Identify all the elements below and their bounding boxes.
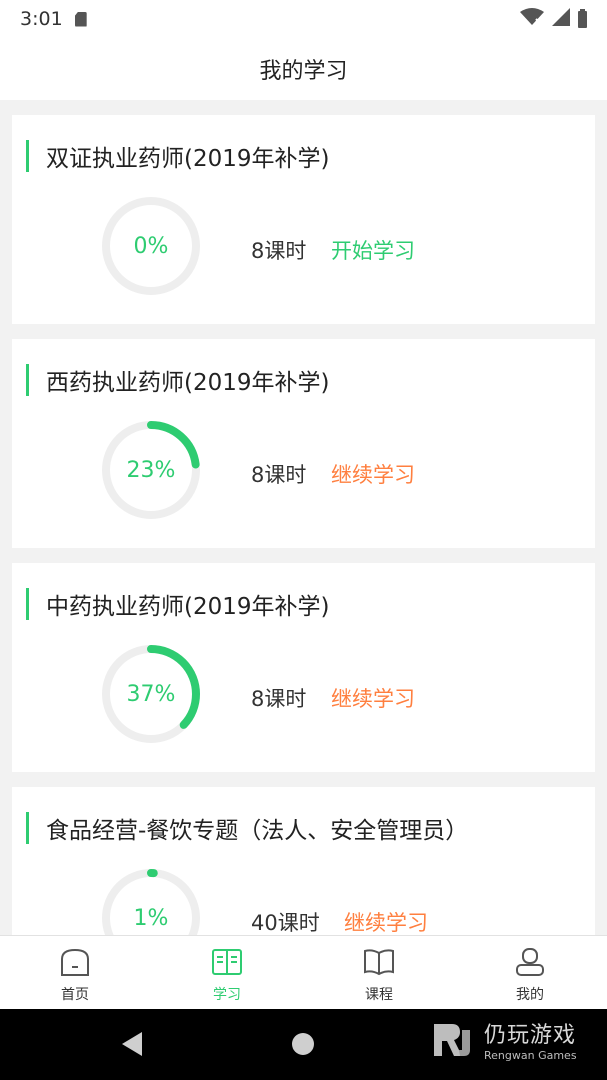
header: 我的学习 bbox=[0, 38, 607, 100]
battery-icon bbox=[578, 8, 587, 28]
page-title: 我的学习 bbox=[259, 59, 348, 84]
back-icon[interactable] bbox=[122, 1032, 142, 1056]
tab-courses[interactable]: 课程 bbox=[329, 936, 429, 1010]
title-accent-bar bbox=[26, 140, 29, 172]
progress-ring: 23% bbox=[100, 419, 202, 521]
course-card[interactable]: 食品经营-餐饮专题（法人、安全管理员） 1% 40课时 继续学习 bbox=[12, 787, 595, 935]
home-button-icon[interactable] bbox=[292, 1033, 314, 1055]
course-hours: 8课时 bbox=[251, 463, 307, 487]
tab-label: 首页 bbox=[61, 987, 89, 1003]
course-book-icon bbox=[362, 946, 396, 978]
status-bar: 3:01 bbox=[0, 0, 607, 38]
start-study-button[interactable]: 开始学习 bbox=[331, 235, 415, 265]
course-card[interactable]: 双证执业药师(2019年补学) 0% 8课时 开始学习 bbox=[12, 115, 595, 324]
sd-card-icon bbox=[74, 11, 87, 27]
tab-profile[interactable]: 我的 bbox=[480, 936, 580, 1010]
tab-label: 课程 bbox=[365, 987, 393, 1003]
course-card[interactable]: 西药执业药师(2019年补学) 23% 8课时 继续学习 bbox=[12, 339, 595, 548]
course-title: 中药执业药师(2019年补学) bbox=[46, 594, 330, 620]
status-time: 3:01 bbox=[20, 8, 63, 30]
bottom-tab-bar: 首页 学习 课程 我的 bbox=[0, 935, 607, 1009]
signal-icon bbox=[552, 8, 570, 30]
watermark-logo-icon bbox=[432, 1020, 478, 1060]
tab-label: 学习 bbox=[213, 987, 241, 1003]
tab-label: 我的 bbox=[516, 987, 544, 1003]
continue-study-button[interactable]: 继续学习 bbox=[331, 683, 415, 713]
watermark: 仍玩游戏 Rengwan Games bbox=[432, 1017, 577, 1062]
progress-ring: 0% bbox=[100, 195, 202, 297]
wifi-icon bbox=[520, 8, 544, 30]
course-title: 西药执业药师(2019年补学) bbox=[46, 370, 330, 396]
progress-percent: 37% bbox=[126, 681, 176, 707]
title-accent-bar bbox=[26, 364, 29, 396]
study-book-icon bbox=[210, 946, 244, 978]
title-accent-bar bbox=[26, 588, 29, 620]
tab-home[interactable]: 首页 bbox=[25, 936, 125, 1010]
course-title: 食品经营-餐饮专题（法人、安全管理员） bbox=[46, 818, 469, 844]
tab-study[interactable]: 学习 bbox=[177, 936, 277, 1010]
course-list[interactable]: 双证执业药师(2019年补学) 0% 8课时 开始学习 西药执业药师(2019年… bbox=[0, 100, 607, 935]
progress-percent: 0% bbox=[133, 233, 169, 259]
title-accent-bar bbox=[26, 812, 29, 844]
course-hours: 40课时 bbox=[251, 911, 320, 935]
system-nav-bar: 仍玩游戏 Rengwan Games bbox=[0, 1009, 607, 1080]
watermark-subtext: Rengwan Games bbox=[484, 1049, 577, 1062]
home-icon bbox=[58, 946, 92, 978]
course-hours: 8课时 bbox=[251, 687, 307, 711]
progress-percent: 23% bbox=[126, 457, 176, 483]
course-hours: 8课时 bbox=[251, 239, 307, 263]
continue-study-button[interactable]: 继续学习 bbox=[344, 907, 428, 935]
status-icons bbox=[520, 8, 587, 30]
watermark-text: 仍玩游戏 bbox=[484, 1023, 577, 1048]
course-card[interactable]: 中药执业药师(2019年补学) 37% 8课时 继续学习 bbox=[12, 563, 595, 772]
course-title: 双证执业药师(2019年补学) bbox=[46, 146, 330, 172]
continue-study-button[interactable]: 继续学习 bbox=[331, 459, 415, 489]
progress-ring: 1% bbox=[100, 867, 202, 935]
progress-percent: 1% bbox=[133, 905, 169, 931]
profile-icon bbox=[513, 946, 547, 978]
progress-ring: 37% bbox=[100, 643, 202, 745]
